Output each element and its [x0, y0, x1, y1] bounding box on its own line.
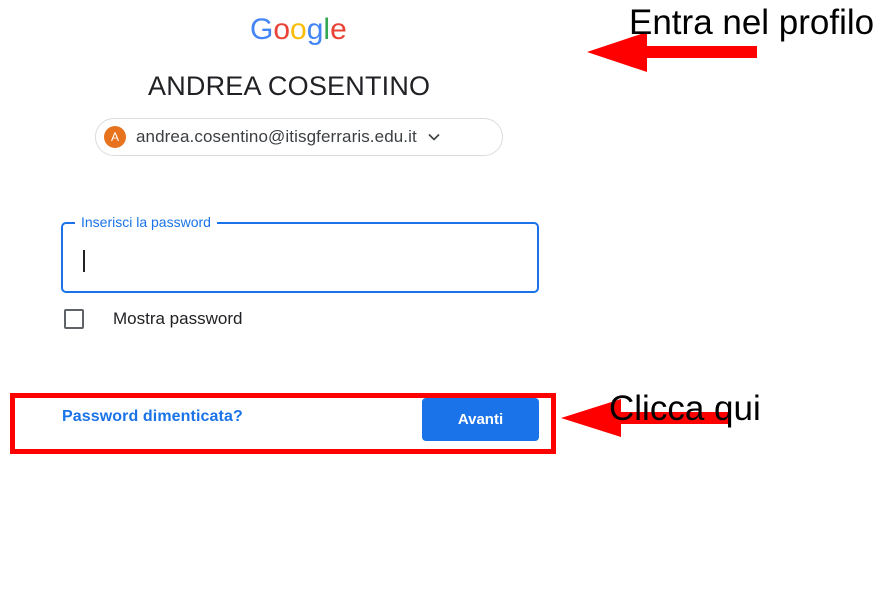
annotation-profile: Entra nel profilo — [629, 3, 875, 42]
forgot-password-link[interactable]: Password dimenticata? — [62, 408, 243, 426]
password-field[interactable]: Inserisci la password — [61, 213, 539, 293]
show-password-checkbox[interactable] — [64, 309, 84, 329]
password-label: Inserisci la password — [75, 213, 217, 231]
avatar: A — [104, 126, 126, 148]
show-password-toggle[interactable]: Mostra password — [64, 309, 242, 329]
logo-letter: e — [330, 13, 347, 46]
logo-letter: G — [250, 13, 274, 46]
logo-letter: o — [273, 13, 291, 46]
google-logo: Google — [250, 12, 347, 48]
next-button[interactable]: Avanti — [422, 398, 539, 441]
account-switcher[interactable]: A andrea.cosentino@itisgferraris.edu.it — [95, 118, 503, 156]
password-input[interactable] — [75, 238, 519, 278]
logo-letter: g — [306, 13, 324, 46]
text-cursor — [83, 250, 85, 272]
chevron-down-icon — [427, 130, 441, 144]
show-password-label: Mostra password — [113, 309, 243, 328]
account-email: andrea.cosentino@itisgferraris.edu.it — [136, 127, 417, 146]
annotation-click-here: Clicca qui — [609, 389, 761, 428]
account-name: ANDREA COSENTINO — [148, 71, 431, 101]
logo-letter: o — [290, 13, 307, 46]
